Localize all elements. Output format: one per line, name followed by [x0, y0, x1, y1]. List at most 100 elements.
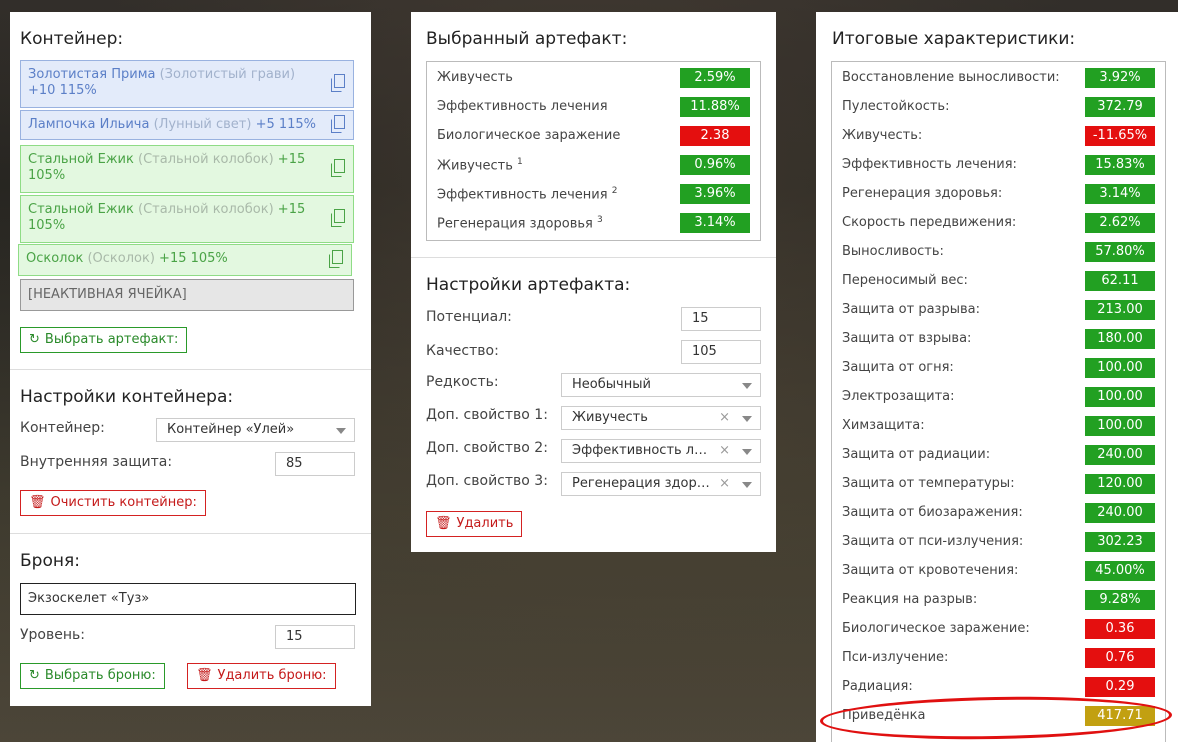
totals-stats-box: Восстановление выносливости: 3.92% Пулесто…: [831, 61, 1166, 742]
stat-name-text: Живучесть: [437, 158, 513, 174]
stat-value: 2.59%: [680, 68, 750, 88]
rarity-label: Редкость:: [426, 374, 499, 390]
slot-meta-2: 105%: [28, 168, 66, 183]
select-artifact-button[interactable]: ↻ Выбрать артефакт:: [20, 327, 188, 353]
extra1-label: Доп. свойство 1:: [426, 407, 548, 423]
stat-name: Защита от биозаражения:: [842, 505, 1023, 520]
delete-armor-button[interactable]: 🗑 Удалить броню:: [187, 663, 336, 689]
stat-name: Эффективность лечения:: [842, 157, 1017, 172]
chevron-down-icon: [742, 482, 752, 488]
stat-value: 100.00: [1085, 387, 1155, 407]
clear-icon[interactable]: ×: [719, 440, 730, 462]
stat-name: Защита от взрыва:: [842, 331, 972, 346]
stat-name: Пулестойкость:: [842, 99, 950, 114]
rarity-value: Необычный: [572, 377, 651, 392]
stat-index: 2: [611, 186, 618, 196]
stat-index: 1: [517, 157, 523, 167]
stat-value: 372.79: [1085, 97, 1155, 117]
container-slot[interactable]: Стальной Ежик (Стальной колобок) +15 105…: [20, 195, 354, 243]
stat-value: 100.00: [1085, 358, 1155, 378]
delete-artifact-button[interactable]: 🗑 Удалить: [426, 511, 523, 537]
stat-name: Защита от разрыва:: [842, 302, 980, 317]
stat-value: 45.00%: [1085, 561, 1155, 581]
stat-name-text: Живучесть: [437, 70, 513, 85]
container-select[interactable]: Контейнер «Улей»: [156, 418, 355, 442]
total-stat-row: Защита от биозаражения: 240.00: [832, 499, 1165, 528]
stat-value: 0.76: [1085, 648, 1155, 668]
total-stat-row: Эффективность лечения: 15.83%: [832, 151, 1165, 180]
extra2-select[interactable]: Эффективность лечения ×: [561, 439, 761, 463]
slot-alt-name: (Осколок): [87, 251, 155, 266]
stat-name: Защита от кровотечения:: [842, 563, 1019, 578]
slot-meta: +15: [277, 152, 306, 167]
slot-name: Осколок: [26, 251, 84, 266]
inner-protection-input[interactable]: 85: [275, 452, 355, 476]
potential-label: Потенциал:: [426, 309, 512, 325]
slot-meta: +15 105%: [159, 251, 228, 266]
stat-name: Эффективность лечения: [437, 99, 608, 114]
total-stat-row: Живучесть: -11.65%: [832, 122, 1165, 151]
clear-icon[interactable]: ×: [719, 407, 730, 429]
artifact-settings-title: Настройки артефакта:: [426, 275, 631, 295]
stat-value: 3.96%: [680, 184, 750, 204]
total-stat-row: Электрозащита: 100.00: [832, 383, 1165, 412]
inactive-slot[interactable]: [НЕАКТИВНАЯ ЯЧЕЙКА]: [20, 279, 354, 311]
extra1-select[interactable]: Живучесть ×: [561, 406, 761, 430]
chevron-down-icon: [336, 428, 346, 434]
divider: [10, 369, 371, 370]
stat-index: 3: [596, 215, 603, 225]
stat-name: Реакция на разрыв:: [842, 592, 978, 607]
container-slot[interactable]: Стальной Ежик (Стальной колобок) +15 105…: [20, 145, 354, 193]
clear-icon[interactable]: ×: [719, 473, 730, 495]
refresh-icon: ↻: [29, 332, 40, 347]
artifact-stat-row: Эффективность лечения 2 3.96%: [427, 180, 760, 209]
total-stat-row: Защита от радиации: 240.00: [832, 441, 1165, 470]
total-stat-row: Защита от пси-излучения: 302.23: [832, 528, 1165, 557]
level-input[interactable]: 15: [275, 625, 355, 649]
artifact-stat-row: Живучесть 1 0.96%: [427, 151, 760, 180]
slot-alt-name: (Стальной колобок): [138, 202, 274, 217]
total-stat-row: Реакция на разрыв: 9.28%: [832, 586, 1165, 615]
stat-name: Переносимый вес:: [842, 273, 968, 288]
slot-alt-name: (Стальной колобок): [138, 152, 274, 167]
container-slot[interactable]: Золотистая Прима (Золотистый грави) +10 …: [20, 60, 354, 108]
stat-value: 0.36: [1085, 619, 1155, 639]
copy-icon[interactable]: [331, 115, 345, 133]
stat-name: Эффективность лечения 2: [437, 186, 617, 202]
copy-icon[interactable]: [331, 209, 345, 227]
stat-name-text: Регенерация здоровья: [437, 216, 593, 232]
clear-container-button[interactable]: 🗑 Очистить контейнер:: [20, 490, 206, 516]
armor-field[interactable]: Экзоскелет «Туз»: [20, 583, 356, 615]
total-stat-row: Регенерация здоровья: 3.14%: [832, 180, 1165, 209]
copy-icon[interactable]: [329, 250, 343, 268]
container-label: Контейнер:: [20, 420, 105, 436]
slot-meta: +5 115%: [255, 117, 317, 132]
total-stat-row: Химзащита: 100.00: [832, 412, 1165, 441]
select-artifact-label: Выбрать артефакт:: [44, 332, 179, 347]
slot-name: Лампочка Ильича: [28, 117, 150, 132]
stat-name: Живучесть:: [842, 128, 923, 143]
artifact-stat-row: Эффективность лечения 11.88%: [427, 93, 760, 122]
copy-icon[interactable]: [331, 159, 345, 177]
copy-icon[interactable]: [331, 74, 345, 92]
stat-value: 0.29: [1085, 677, 1155, 697]
potential-input[interactable]: 15: [681, 307, 761, 331]
stat-name-text: Биологическое заражение: [437, 128, 621, 143]
extra2-value: Эффективность лечения: [572, 443, 712, 458]
container-select-value: Контейнер «Улей»: [167, 422, 295, 437]
container-slot[interactable]: Осколок (Осколок) +15 105%: [18, 244, 352, 276]
level-label: Уровень:: [20, 627, 85, 643]
stat-name: Электрозащита:: [842, 389, 955, 404]
quality-input[interactable]: 105: [681, 340, 761, 364]
select-armor-label: Выбрать броню:: [44, 668, 156, 683]
total-stat-row: Защита от температуры: 120.00: [832, 470, 1165, 499]
armor-title: Броня:: [20, 551, 80, 571]
container-slot[interactable]: Лампочка Ильича (Лунный свет) +5 115%: [20, 110, 354, 140]
extra3-select[interactable]: Регенерация здоровья ×: [561, 472, 761, 496]
stat-value: 9.28%: [1085, 590, 1155, 610]
rarity-select[interactable]: Необычный: [561, 373, 761, 397]
extra3-value: Регенерация здоровья: [572, 476, 712, 491]
select-armor-button[interactable]: ↻ Выбрать броню:: [20, 663, 165, 689]
total-stat-row: Защита от взрыва: 180.00: [832, 325, 1165, 354]
stat-value: -11.65%: [1085, 126, 1155, 146]
